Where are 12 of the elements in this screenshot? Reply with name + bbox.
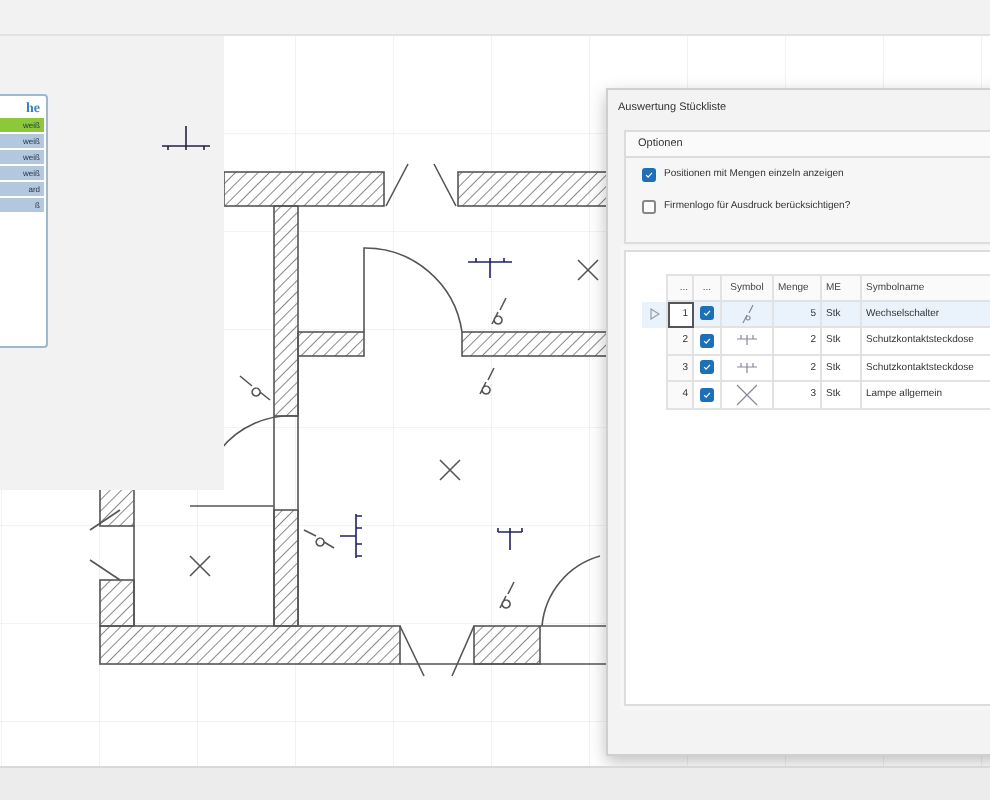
checkbox[interactable] <box>642 199 656 213</box>
socket-symbol-icon <box>736 361 758 374</box>
row-pointer-icon <box>649 308 659 321</box>
lamp-symbol-icon <box>736 383 758 406</box>
checkbox[interactable] <box>700 306 714 321</box>
socket-symbol-icon <box>736 334 758 347</box>
switch-symbol-icon <box>741 303 753 324</box>
checkbox[interactable] <box>642 167 656 181</box>
checkbox[interactable] <box>700 333 714 348</box>
checkbox[interactable] <box>700 387 714 402</box>
checkbox[interactable] <box>700 360 714 375</box>
socket-symbol-icon <box>160 124 212 152</box>
